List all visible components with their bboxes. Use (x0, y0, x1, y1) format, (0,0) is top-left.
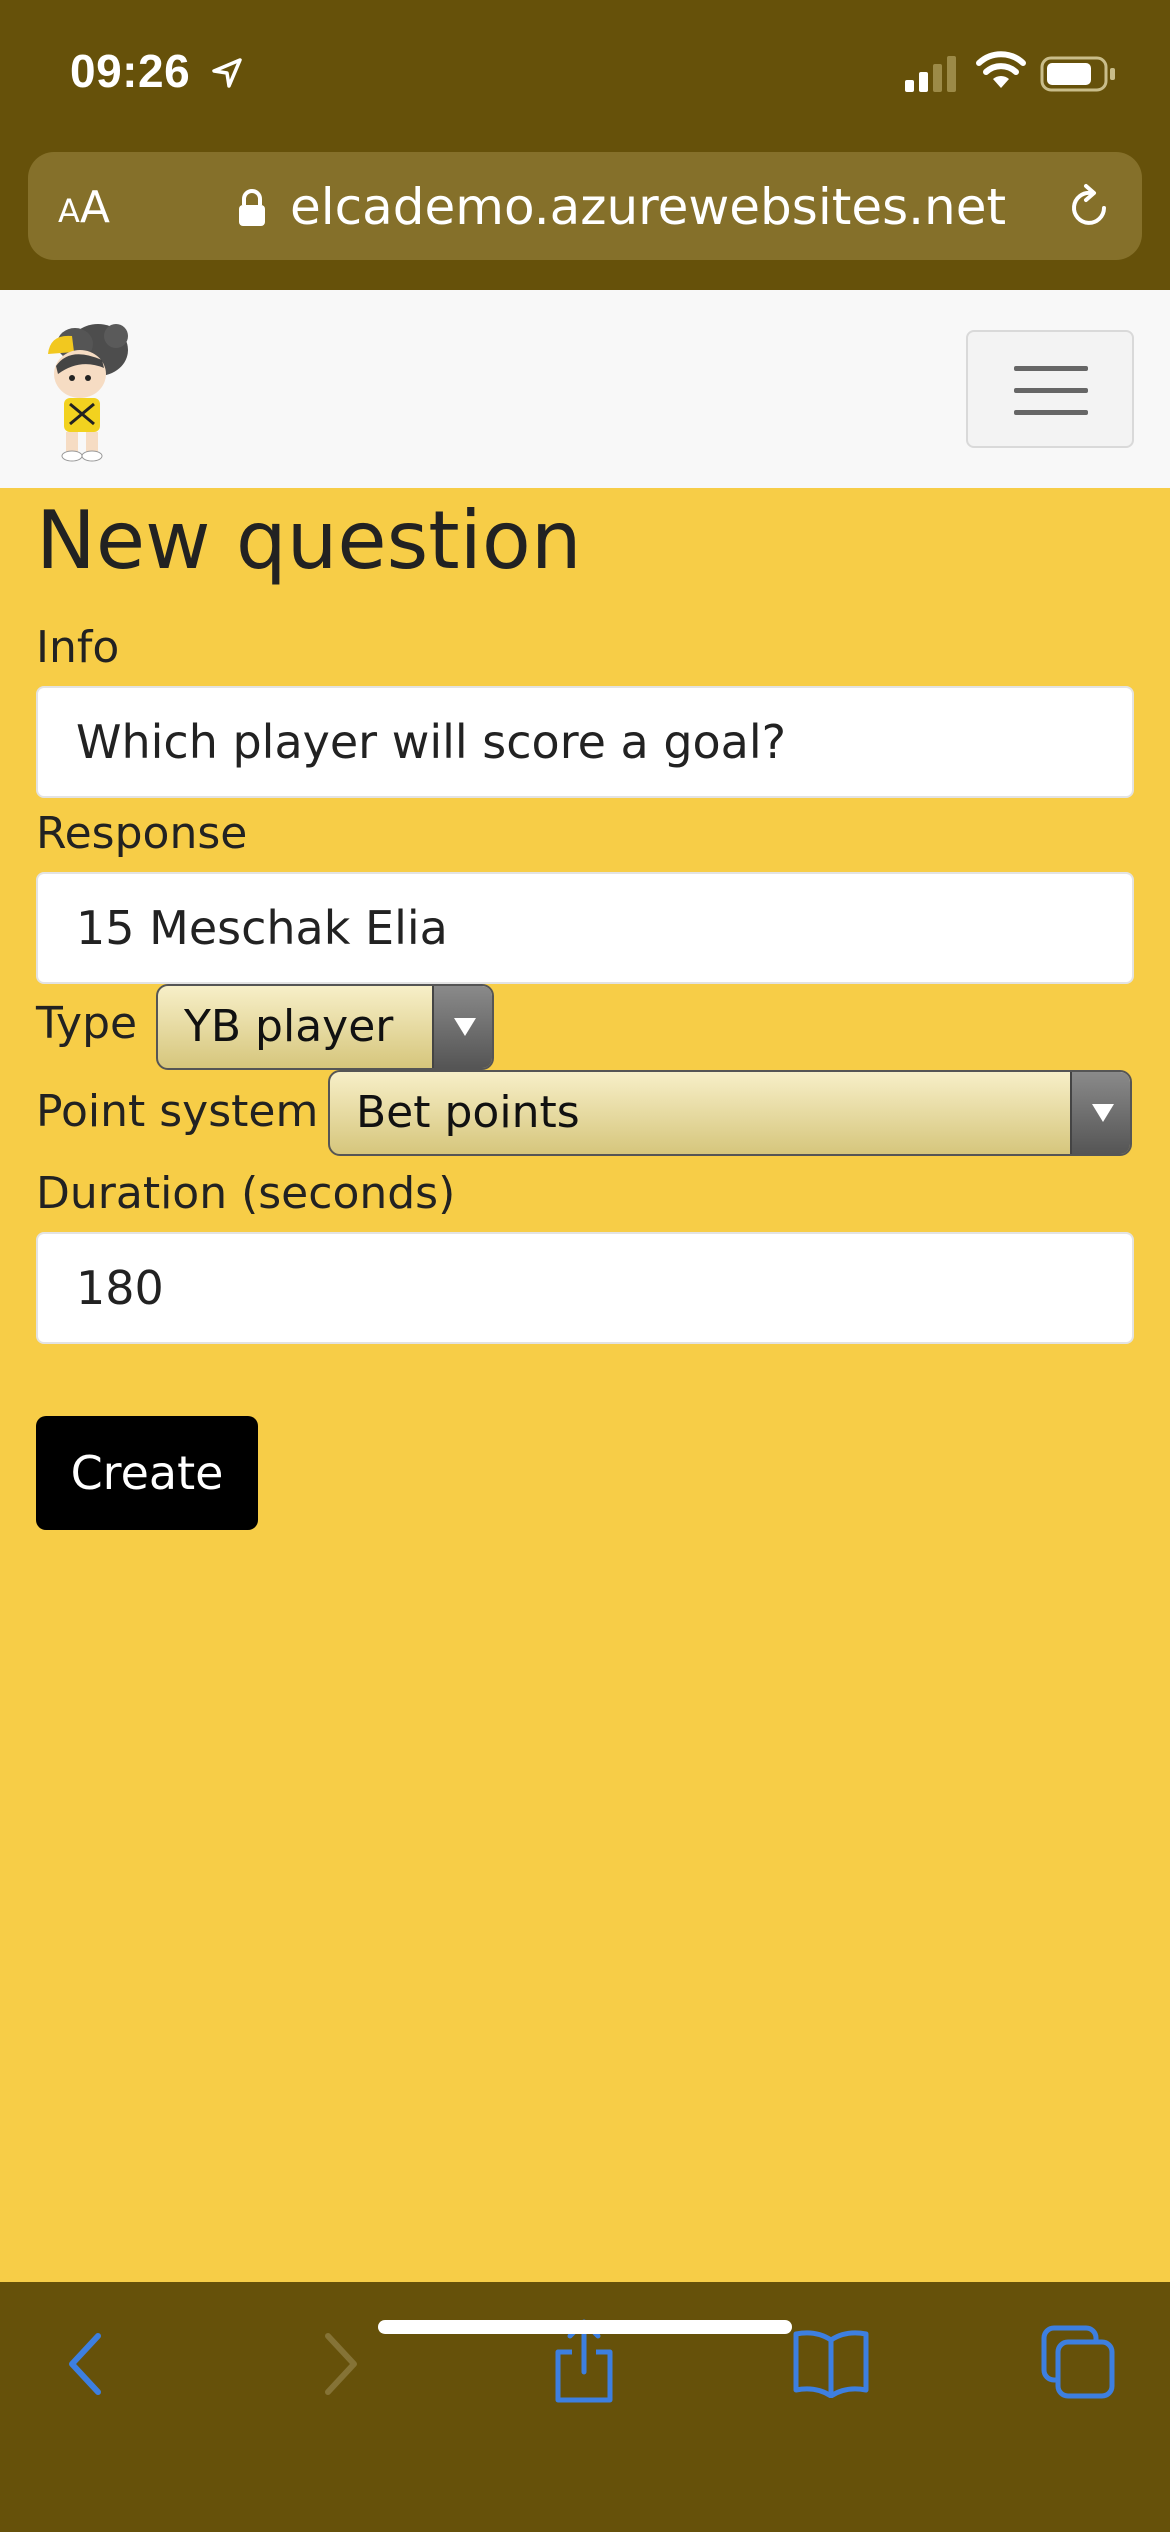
battery-icon (1040, 56, 1115, 92)
home-indicator (378, 2320, 792, 2334)
type-label: Type (36, 998, 138, 1049)
wifi-icon (976, 51, 1026, 88)
duration-label: Duration (seconds) (36, 1168, 456, 1219)
forward-arrow-icon[interactable] (316, 2324, 366, 2404)
duration-input[interactable]: 180 (36, 1232, 1134, 1344)
hamburger-menu-button[interactable] (966, 330, 1134, 448)
reload-icon[interactable] (1064, 182, 1114, 232)
point-system-label: Point system (36, 1086, 319, 1137)
chevron-down-icon (1070, 1072, 1130, 1154)
mascot-logo[interactable] (30, 316, 140, 466)
cellular-signal-icon (905, 56, 956, 92)
info-label: Info (36, 622, 120, 673)
location-arrow-icon (212, 58, 242, 88)
chevron-down-icon (432, 986, 492, 1068)
lock-icon (239, 189, 265, 226)
response-input[interactable]: 15 Meschak Elia (36, 872, 1134, 984)
back-arrow-icon[interactable] (60, 2324, 110, 2404)
type-select-value: YB player (184, 1001, 394, 1052)
type-select[interactable]: YB player (156, 984, 494, 1070)
info-input[interactable]: Which player will score a goal? (36, 686, 1134, 798)
create-button[interactable]: Create (36, 1416, 258, 1530)
status-time: 09:26 (70, 45, 191, 97)
bookmarks-icon[interactable] (792, 2328, 870, 2398)
reader-view-button[interactable]: AA (58, 182, 110, 233)
url-text[interactable]: elcademo.azurewebsites.net (290, 178, 1006, 236)
site-navbar (0, 290, 1170, 488)
hamburger-line-icon (1014, 410, 1088, 415)
page-title: New question (36, 494, 582, 587)
hamburger-line-icon (1014, 388, 1088, 393)
point-system-select[interactable]: Bet points (328, 1070, 1132, 1156)
tabs-icon[interactable] (1040, 2324, 1116, 2400)
hamburger-line-icon (1014, 366, 1088, 371)
browser-top-chrome: 09:26 AA elcademo.azurewebsites.net (0, 0, 1170, 290)
response-label: Response (36, 808, 248, 859)
point-system-select-value: Bet points (356, 1087, 580, 1138)
address-bar[interactable]: AA elcademo.azurewebsites.net (28, 152, 1142, 260)
